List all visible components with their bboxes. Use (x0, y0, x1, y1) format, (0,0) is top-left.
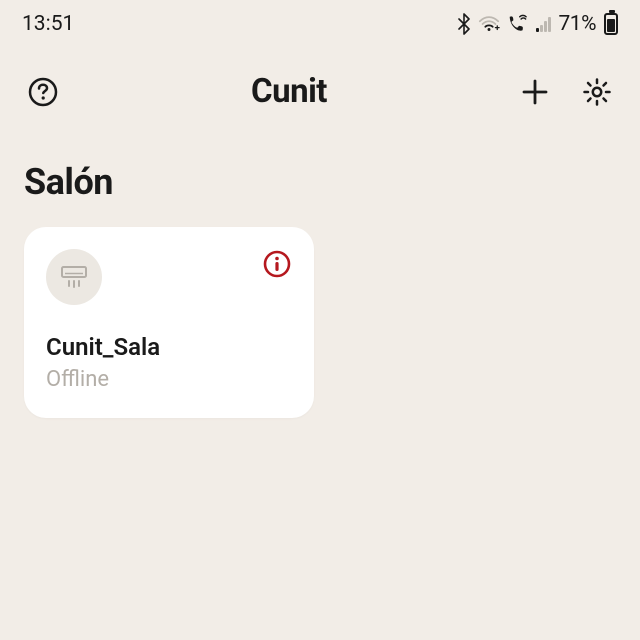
status-bar: 13:51 71% (0, 0, 640, 44)
device-status: Offline (46, 367, 292, 392)
info-alert-icon (262, 249, 292, 279)
bluetooth-icon (456, 13, 472, 35)
gear-icon (581, 76, 613, 108)
app-header: Cunit (0, 44, 640, 131)
battery-icon (604, 13, 618, 35)
status-icons: 71% (456, 12, 619, 36)
ac-unit-icon (59, 264, 89, 290)
wifi-calling-icon (506, 14, 528, 34)
help-icon (27, 76, 59, 108)
page-title: Cunit (60, 72, 518, 111)
wifi-icon (478, 15, 500, 33)
cellular-signal-icon (536, 16, 551, 32)
help-button[interactable] (26, 75, 60, 109)
device-name: Cunit_Sala (46, 333, 292, 361)
device-card[interactable]: Cunit_Sala Offline (24, 227, 314, 418)
room-title: Salón (24, 161, 616, 203)
clock: 13:51 (22, 12, 74, 36)
device-alert-button[interactable] (262, 249, 292, 279)
device-icon-container (46, 249, 102, 305)
add-button[interactable] (518, 75, 552, 109)
room-section: Salón Cunit_Sala Offline (0, 131, 640, 418)
battery-percentage: 71% (559, 12, 597, 36)
settings-button[interactable] (580, 75, 614, 109)
plus-icon (520, 77, 550, 107)
